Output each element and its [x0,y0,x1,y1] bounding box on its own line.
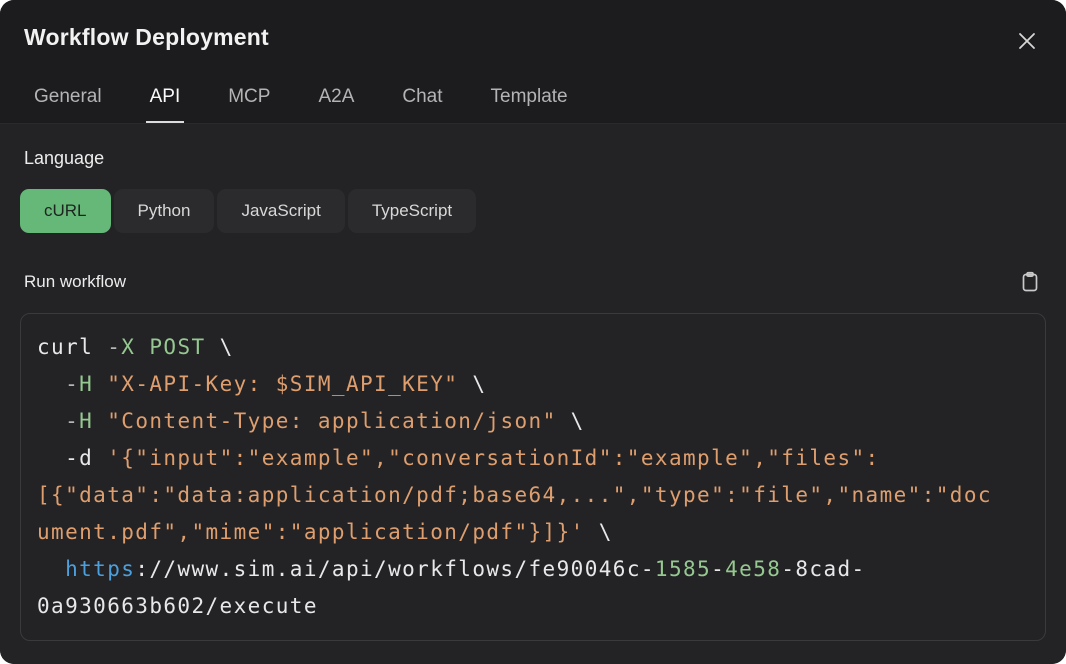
code-line: -d '{"input":"example","conversationId":… [37,440,1029,477]
language-selector: cURLPythonJavaScriptTypeScript [20,189,1046,233]
code-token: 4e58 [725,557,781,581]
code-token: '{"input":"example","conversationId":"ex… [107,446,879,470]
code-token: "Content-Type: application/json" [107,409,556,433]
code-token: - [711,557,725,581]
code-token: ://www.sim.ai/api/workflows/fe90046c- [135,557,655,581]
code-block[interactable]: curl -X POST \ -H "X-API-Key: $SIM_API_K… [20,313,1046,641]
language-option-typescript[interactable]: TypeScript [348,189,476,233]
modal-content: Language cURLPythonJavaScriptTypeScript … [0,124,1066,664]
code-token [135,335,149,359]
code-token: H [79,409,93,433]
close-x-glyph [1016,30,1038,52]
code-token: -d [37,446,107,470]
code-token: \ [585,520,613,544]
code-line: curl -X POST \ [37,329,1029,366]
close-icon[interactable] [1012,26,1042,56]
code-token: \ [206,335,234,359]
code-token [37,557,65,581]
code-line: ument.pdf","mime":"application/pdf"}]}' … [37,514,1029,551]
code-token [37,409,65,433]
code-token [93,409,107,433]
code-token: - [107,335,121,359]
tab-chat[interactable]: Chat [398,86,446,123]
code-token: X [121,335,135,359]
code-token: 1585 [655,557,711,581]
code-line: -H "Content-Type: application/json" \ [37,403,1029,440]
language-label: Language [20,148,1046,169]
code-token: -8cad- [781,557,865,581]
code-token [93,372,107,396]
code-line: 0a930663b602/execute [37,588,1029,625]
run-workflow-row: Run workflow [20,269,1046,295]
tab-general[interactable]: General [30,86,106,123]
code-token: "X-API-Key: $SIM_API_KEY" [107,372,458,396]
language-option-python[interactable]: Python [114,189,215,233]
copy-button[interactable] [1018,269,1042,295]
code-token: [{"data":"data:application/pdf;base64,..… [37,483,992,507]
code-line: [{"data":"data:application/pdf;base64,..… [37,477,1029,514]
code-token: \ [458,372,486,396]
code-token: 0a930663b602/execute [37,594,318,618]
code-token: H [79,372,93,396]
code-token: ument.pdf","mime":"application/pdf"}]}' [37,520,585,544]
code-line: https://www.sim.ai/api/workflows/fe90046… [37,551,1029,588]
code-line: -H "X-API-Key: $SIM_API_KEY" \ [37,366,1029,403]
language-option-javascript[interactable]: JavaScript [217,189,344,233]
code-token: - [65,372,79,396]
tab-bar: General API MCP A2A Chat Template [24,86,1042,123]
code-token [37,372,65,396]
code-token: https [65,557,135,581]
code-token: - [65,409,79,433]
tab-a2a[interactable]: A2A [314,86,358,123]
code-token: POST [149,335,205,359]
modal-header: Workflow Deployment General API MCP A2A Chat… [0,0,1066,124]
clipboard-icon [1020,271,1040,293]
code-token: curl [37,335,107,359]
tab-api[interactable]: API [146,86,185,123]
page-title: Workflow Deployment [24,24,269,51]
language-option-curl[interactable]: cURL [20,189,111,233]
workflow-deployment-modal: Workflow Deployment General API MCP A2A Chat… [0,0,1066,664]
run-workflow-label: Run workflow [24,272,126,292]
code-token: \ [557,409,585,433]
tab-template[interactable]: Template [487,86,572,123]
tab-mcp[interactable]: MCP [224,86,274,123]
